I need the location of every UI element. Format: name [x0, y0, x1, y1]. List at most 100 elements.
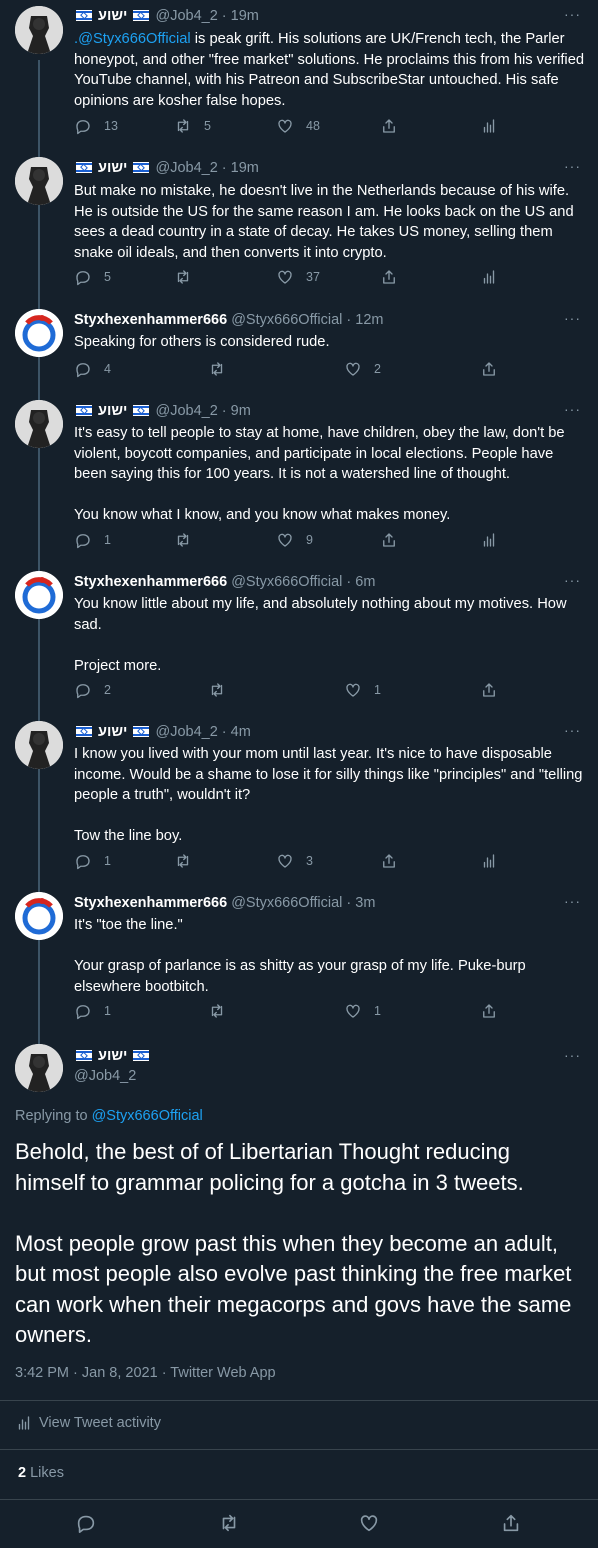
reply-button[interactable]: 1	[74, 852, 111, 870]
author-name[interactable]: ישוע	[98, 8, 127, 24]
analytics-button[interactable]	[480, 117, 498, 135]
analytics-button[interactable]	[480, 852, 498, 870]
retweet-icon[interactable]	[218, 1512, 240, 1534]
like-button[interactable]: 37	[276, 268, 320, 286]
more-options-icon[interactable]: ···	[564, 572, 581, 588]
share-button[interactable]	[380, 531, 398, 549]
like-button[interactable]: 3	[276, 852, 313, 870]
tweet-thread: ישוע @Job4_2 · 19m ··· .@Styx666Official…	[0, 0, 598, 1548]
retweet-icon	[177, 533, 189, 547]
tweet-time[interactable]: 3m	[355, 895, 375, 911]
author-name[interactable]: ישוע	[98, 403, 127, 419]
tweet-text: Speaking for others is considered rude.	[74, 334, 330, 350]
view-activity-link[interactable]: View Tweet activity	[15, 1414, 161, 1432]
share-icon	[483, 683, 495, 697]
more-options-icon[interactable]: ···	[564, 401, 581, 417]
retweet-icon	[211, 1004, 223, 1018]
more-options-icon[interactable]: ···	[564, 6, 581, 22]
like-button[interactable]: 2	[344, 360, 381, 378]
tweet-header: Styxhexenhammer666 @Styx666Official · 3m	[74, 895, 376, 911]
share-button[interactable]	[380, 117, 398, 135]
tweet-time[interactable]: 12m	[355, 312, 383, 328]
divider	[0, 1400, 598, 1401]
share-icon	[483, 362, 495, 376]
reply-button[interactable]: 1	[74, 531, 111, 549]
author-handle[interactable]: @Job4_2	[155, 724, 217, 740]
likes-stat[interactable]: 2 Likes	[18, 1465, 64, 1481]
author-handle[interactable]: @Job4_2	[155, 160, 217, 176]
reply-icon	[76, 855, 90, 870]
heart-icon	[278, 854, 292, 868]
share-button[interactable]	[480, 1002, 498, 1020]
avatar[interactable]	[15, 6, 63, 54]
author-handle[interactable]: @Styx666Official	[231, 574, 342, 590]
author-handle[interactable]: @Styx666Official	[231, 895, 342, 911]
tweet-time[interactable]: 19m	[231, 8, 259, 24]
israel-flag-icon	[76, 405, 92, 416]
like-button[interactable]: 48	[276, 117, 320, 135]
share-button[interactable]	[380, 268, 398, 286]
like-button[interactable]: 1	[344, 681, 381, 699]
author-name[interactable]: Styxhexenhammer666	[74, 895, 227, 911]
avatar[interactable]	[15, 721, 63, 769]
tweet-actions: 1 9	[74, 531, 586, 551]
more-options-icon[interactable]: ···	[564, 158, 581, 174]
retweet-button[interactable]	[174, 852, 204, 870]
tweet-time[interactable]: 6m	[355, 574, 375, 590]
author-handle[interactable]: @Job4_2	[74, 1068, 136, 1084]
author-handle[interactable]: @Styx666Official	[231, 312, 342, 328]
author-name[interactable]: ישוע	[98, 1048, 127, 1064]
retweet-button[interactable]	[208, 681, 238, 699]
author-name[interactable]: Styxhexenhammer666	[74, 312, 227, 328]
avatar[interactable]	[15, 1044, 63, 1092]
tweet-timestamp[interactable]: 3:42 PM · Jan 8, 2021 · Twitter Web App	[15, 1365, 276, 1381]
retweet-button[interactable]	[208, 360, 238, 378]
more-options-icon[interactable]: ···	[564, 310, 581, 326]
heart-icon[interactable]	[358, 1512, 380, 1534]
tweet-actions: 13 5 48	[74, 117, 586, 137]
tweet-actions: 1 1	[74, 1002, 586, 1022]
retweet-button[interactable]	[208, 1002, 238, 1020]
israel-flag-icon	[76, 162, 92, 173]
reply-button[interactable]: 2	[74, 681, 111, 699]
tweet-time[interactable]: 4m	[231, 724, 251, 740]
replying-to-link[interactable]: @Styx666Official	[92, 1108, 203, 1124]
reply-button[interactable]: 13	[74, 117, 118, 135]
mention-link[interactable]: .@Styx666Official	[74, 31, 191, 47]
avatar[interactable]	[15, 157, 63, 205]
like-button[interactable]: 1	[344, 1002, 381, 1020]
avatar[interactable]	[15, 309, 63, 357]
more-options-icon[interactable]: ···	[564, 893, 581, 909]
share-icon[interactable]	[500, 1512, 522, 1534]
avatar[interactable]	[15, 571, 63, 619]
tweet-time[interactable]: 19m	[231, 160, 259, 176]
avatar[interactable]	[15, 892, 63, 940]
analytics-button[interactable]	[480, 531, 498, 549]
author-handle[interactable]: @Job4_2	[155, 403, 217, 419]
avatar[interactable]	[15, 400, 63, 448]
author-name[interactable]: ישוע	[98, 724, 127, 740]
reply-button[interactable]: 4	[74, 360, 111, 378]
author-name[interactable]: Styxhexenhammer666	[74, 574, 227, 590]
retweet-button[interactable]	[174, 531, 204, 549]
share-button[interactable]	[380, 852, 398, 870]
reply-button[interactable]: 5	[74, 268, 111, 286]
more-options-icon[interactable]: ···	[564, 722, 581, 738]
tweet-header: Styxhexenhammer666 @Styx666Official · 6m	[74, 574, 376, 590]
focused-tweet-text: Behold, the best of of Libertarian Thoug…	[15, 1139, 572, 1347]
israel-flag-icon	[133, 726, 150, 737]
author-name[interactable]: ישוע	[98, 160, 127, 176]
like-button[interactable]: 9	[276, 531, 313, 549]
share-button[interactable]	[480, 360, 498, 378]
reply-icon[interactable]	[75, 1512, 97, 1534]
more-options-icon[interactable]: ···	[564, 1047, 581, 1063]
tweet-time[interactable]: 9m	[231, 403, 251, 419]
tweet-actions: 5 37	[74, 268, 586, 288]
retweet-button[interactable]: 5	[174, 117, 211, 135]
reply-button[interactable]: 1	[74, 1002, 111, 1020]
author-handle[interactable]: @Job4_2	[155, 8, 217, 24]
retweet-button[interactable]	[174, 268, 204, 286]
heart-icon	[346, 1004, 360, 1018]
share-button[interactable]	[480, 681, 498, 699]
analytics-button[interactable]	[480, 268, 498, 286]
